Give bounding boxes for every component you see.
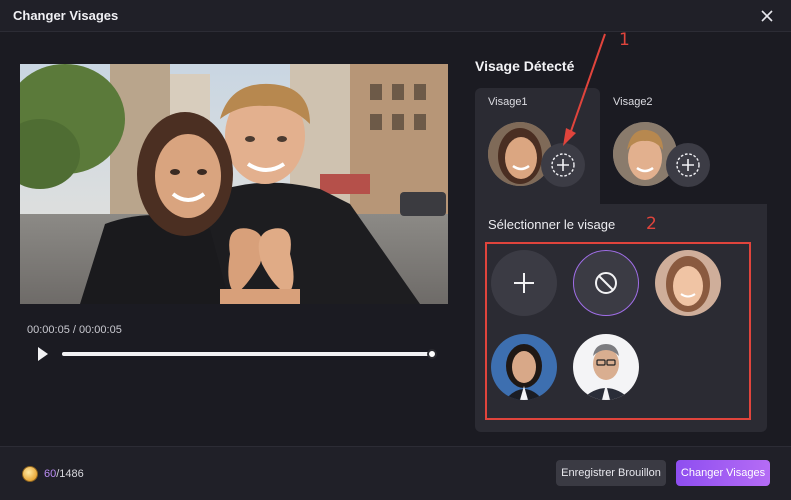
credits-counter: 60/1486 bbox=[22, 466, 84, 482]
annotation-number-2: 2 bbox=[646, 214, 657, 234]
save-draft-button[interactable]: Enregistrer Brouillon bbox=[556, 460, 666, 486]
credits-used: 60 bbox=[44, 468, 57, 480]
change-faces-button[interactable]: Changer Visages bbox=[676, 460, 770, 486]
credits-total: /1486 bbox=[56, 468, 84, 480]
annotation-arrow bbox=[563, 33, 606, 146]
coin-icon bbox=[22, 466, 38, 482]
annotation-number-1: 1 bbox=[619, 30, 630, 50]
footer: 60/1486 Enregistrer Brouillon Changer Vi… bbox=[0, 446, 791, 500]
